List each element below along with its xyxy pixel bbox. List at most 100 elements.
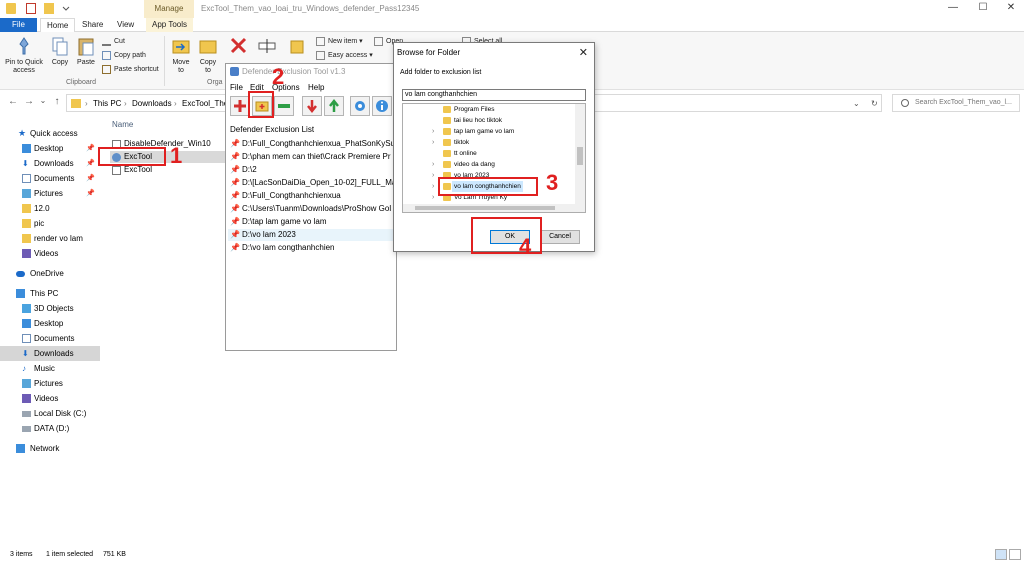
nav-this-pc[interactable]: This PC — [0, 286, 100, 301]
horizontal-scrollbar[interactable] — [403, 204, 577, 212]
nav-data-disk[interactable]: DATA (D:) — [0, 421, 100, 436]
nav-pc-pictures[interactable]: Pictures — [0, 376, 100, 391]
nav-pc-documents[interactable]: Documents — [0, 331, 100, 346]
add-file-button[interactable] — [230, 96, 250, 116]
nav-pictures[interactable]: Pictures 📌 — [0, 186, 100, 201]
list-item[interactable]: 📌 D:\Full_Congthanhchienxua_PhatSonKySu — [228, 138, 396, 150]
folder-name-input[interactable]: vo lam congthanhchien — [402, 89, 586, 101]
chevron-right-icon[interactable]: › — [432, 159, 434, 170]
nav-quick-access[interactable]: ★ Quick access — [0, 126, 100, 141]
tab-file[interactable]: File — [0, 18, 37, 32]
scrollbar-thumb[interactable] — [415, 206, 555, 210]
nav-music[interactable]: ♪ Music — [0, 361, 100, 376]
copy-path-button[interactable]: Copy path — [102, 50, 146, 62]
cancel-button[interactable]: Cancel — [540, 230, 580, 244]
paste-shortcut-button[interactable]: Paste shortcut — [102, 64, 159, 76]
dropdown-icon[interactable] — [62, 3, 70, 14]
up-arrow-icon[interactable]: ↑ — [50, 96, 64, 107]
refresh-icon[interactable]: ↻ — [871, 99, 878, 108]
pin-icon[interactable]: 📌 — [86, 156, 95, 171]
minimize-button[interactable]: — — [943, 2, 963, 16]
import-button[interactable] — [302, 96, 322, 116]
menu-help[interactable]: Help — [308, 83, 324, 92]
pin-icon[interactable]: 📌 — [86, 171, 95, 186]
list-item[interactable]: 📌 D:\Full_Congthanhchienxua — [228, 190, 396, 202]
pin-quick-access-button[interactable]: Pin to Quick access — [4, 35, 44, 75]
details-view-icon[interactable] — [995, 549, 1007, 560]
copy-to-button[interactable]: Copy to — [197, 35, 219, 75]
list-item[interactable]: 📌 D:\2 — [228, 164, 396, 176]
delete-button[interactable] — [228, 35, 250, 59]
maximize-button[interactable]: ☐ — [973, 2, 993, 16]
chevron-right-icon[interactable]: › — [432, 170, 434, 181]
info-button[interactable] — [372, 96, 392, 116]
folder-tree[interactable]: Program Files tai lieu hoc tiktok › tap l… — [402, 103, 586, 213]
search-box[interactable]: Search ExcTool_Them_vao_l... — [892, 94, 1020, 112]
chevron-right-icon[interactable]: › — [432, 137, 434, 148]
chevron-right-icon[interactable]: › — [432, 126, 434, 137]
address-dropdown-icon[interactable]: ⌄ — [853, 99, 860, 108]
easy-access-button[interactable]: Easy access ▾ — [316, 50, 373, 62]
nav-folder-12[interactable]: 12.0 — [0, 201, 100, 216]
large-icons-view-icon[interactable] — [1009, 549, 1021, 560]
new-folder-icon[interactable] — [44, 3, 54, 14]
tree-item[interactable]: tt online — [403, 148, 573, 159]
tree-item[interactable]: › tap lam game vo lam — [403, 126, 573, 137]
tab-view[interactable]: View — [111, 18, 140, 32]
copy-button[interactable]: Copy — [49, 35, 71, 67]
column-header-name[interactable]: Name — [112, 120, 133, 129]
nav-pc-videos[interactable]: Videos — [0, 391, 100, 406]
export-button[interactable] — [324, 96, 344, 116]
tree-item[interactable]: › tiktok — [403, 137, 573, 148]
rename-button[interactable] — [256, 35, 278, 59]
nav-folder-render[interactable]: render vo lam — [0, 231, 100, 246]
nav-downloads[interactable]: ⬇ Downloads 📌 — [0, 156, 100, 171]
tab-home[interactable]: Home — [40, 18, 76, 33]
list-item[interactable]: 📌 D:\vo lam 2023 — [228, 229, 396, 241]
properties-icon[interactable] — [26, 3, 36, 14]
list-item[interactable]: 📌 D:\vo lam congthanhchien — [228, 242, 396, 254]
manage-tab[interactable]: Manage — [144, 0, 194, 18]
new-item-button[interactable]: New item ▾ — [316, 36, 363, 48]
scrollbar-thumb[interactable] — [577, 147, 583, 165]
tab-share[interactable]: Share — [76, 18, 109, 32]
chevron-right-icon[interactable]: › — [432, 181, 434, 192]
cut-button[interactable]: Cut — [102, 36, 125, 48]
nav-documents[interactable]: Documents 📌 — [0, 171, 100, 186]
nav-onedrive[interactable]: OneDrive — [0, 266, 100, 281]
nav-network[interactable]: Network — [0, 441, 100, 456]
tree-item[interactable]: › video da dang — [403, 159, 573, 170]
breadcrumb-downloads[interactable]: Downloads — [132, 99, 172, 108]
new-folder-button[interactable] — [290, 35, 304, 59]
vertical-scrollbar[interactable] — [575, 104, 585, 212]
pin-icon[interactable]: 📌 — [86, 186, 95, 201]
back-arrow-icon[interactable]: ← — [6, 96, 20, 107]
close-icon[interactable]: ✕ — [579, 46, 588, 59]
breadcrumb-this-pc[interactable]: This PC — [93, 99, 121, 108]
settings-button[interactable] — [350, 96, 370, 116]
pin-icon[interactable]: 📌 — [86, 141, 95, 156]
list-item[interactable]: 📌 C:\Users\Tuanm\Downloads\ProShow Gol — [228, 203, 396, 215]
nav-desktop[interactable]: Desktop 📌 — [0, 141, 100, 156]
move-to-button[interactable]: Move to — [170, 35, 192, 75]
status-bar: 3 items 1 item selected 751 KB — [0, 548, 1024, 562]
list-item[interactable]: 📌 D:\tap lam game vo lam — [228, 216, 396, 228]
menu-file[interactable]: File — [230, 83, 243, 92]
tree-item[interactable]: tai lieu hoc tiktok — [403, 115, 573, 126]
list-item[interactable]: 📌 D:\phan mem can thiet\Crack Premiere Pr — [228, 151, 396, 163]
remove-button[interactable] — [274, 96, 294, 116]
nav-folder-pic[interactable]: pic — [0, 216, 100, 231]
nav-local-disk[interactable]: Local Disk (C:) — [0, 406, 100, 421]
nav-pc-desktop[interactable]: Desktop — [0, 316, 100, 331]
nav-videos[interactable]: Videos — [0, 246, 100, 261]
tree-item[interactable]: Program Files — [403, 104, 573, 115]
nav-3d-objects[interactable]: 3D Objects — [0, 301, 100, 316]
recent-chevron-icon[interactable]: ⌄ — [36, 96, 50, 105]
tab-app-tools[interactable]: App Tools — [146, 18, 193, 32]
forward-arrow-icon[interactable]: → — [22, 96, 36, 107]
close-button[interactable]: ✕ — [1001, 2, 1021, 16]
list-item[interactable]: 📌 D:\[LacSonDaiDia_Open_10-02]_FULL_Ma — [228, 177, 396, 189]
nav-pc-downloads[interactable]: ⬇ Downloads — [0, 346, 100, 361]
paste-button[interactable]: Paste — [75, 35, 97, 67]
chevron-right-icon[interactable]: › — [432, 192, 434, 203]
